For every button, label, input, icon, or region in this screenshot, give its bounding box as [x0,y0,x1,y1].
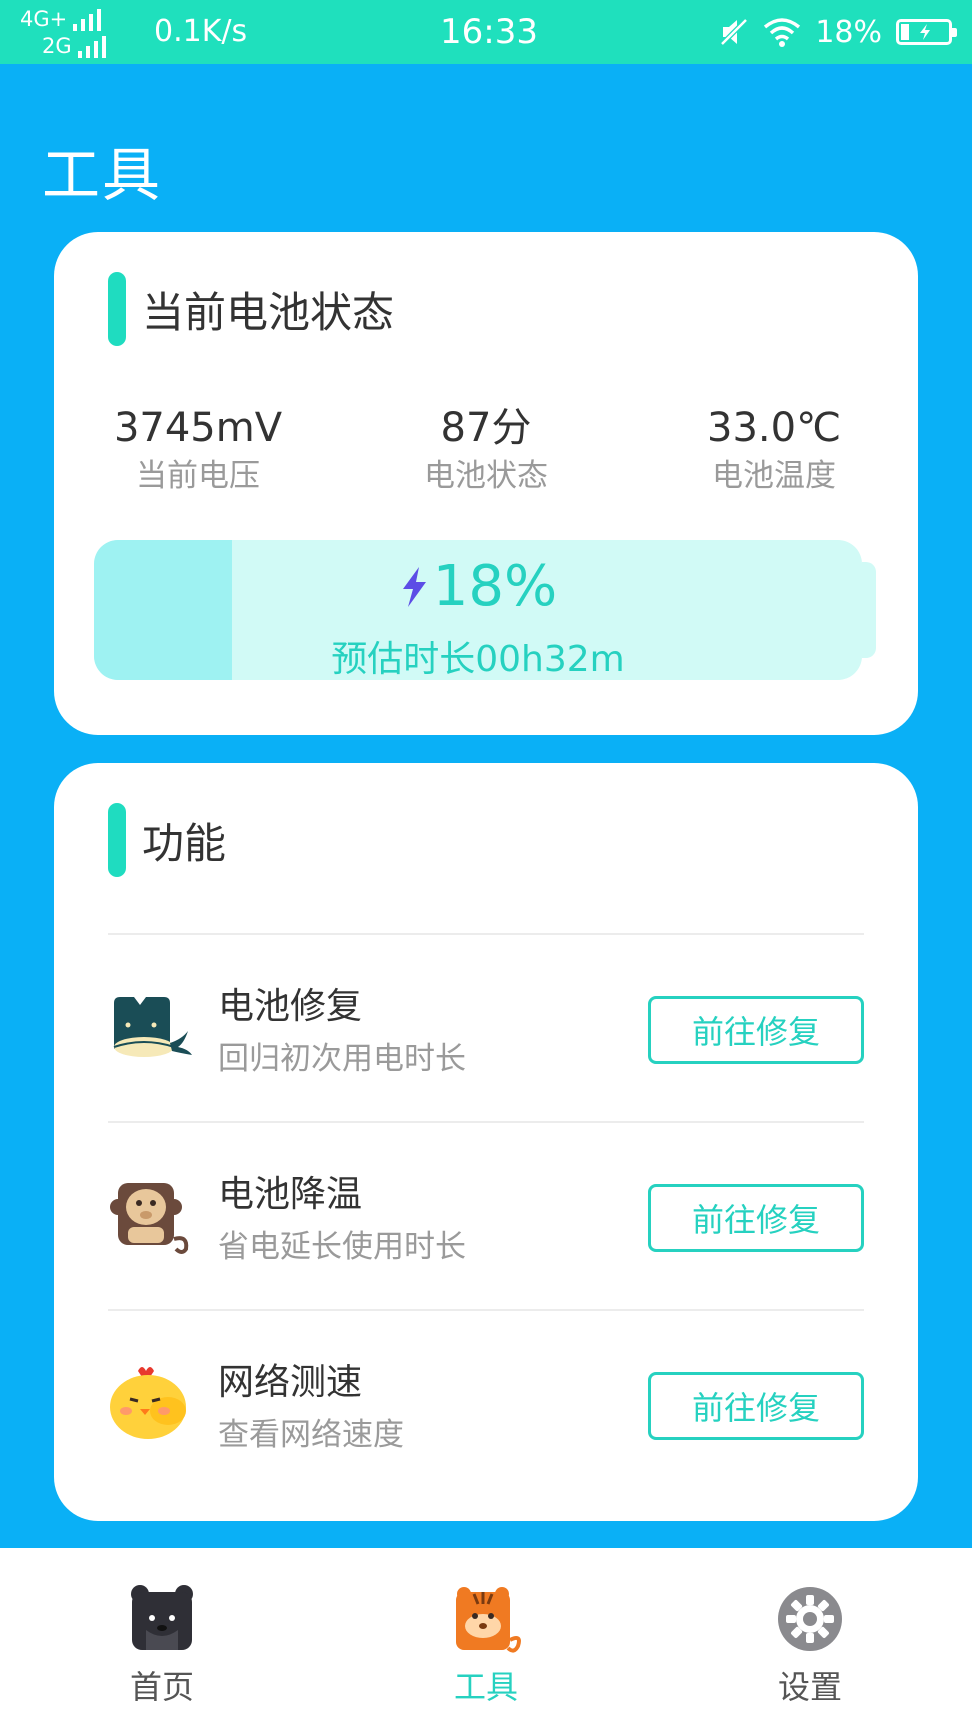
title-accent-bar [108,272,126,346]
gear-icon [778,1587,842,1651]
stat-value: 87分 [440,405,532,451]
function-item-network-speed: 网络测速 查看网络速度 前往修复 [54,1311,918,1497]
function-subtitle: 回归初次用电时长 [218,1041,466,1077]
monkey-icon [110,1183,189,1254]
chick-icon [110,1367,186,1439]
card-header: 当前电池状态 [108,272,394,346]
battery-terminal [862,562,876,658]
function-item-battery-cooling: 电池降温 省电延长使用时长 前往修复 [54,1123,918,1309]
battery-percent: 18% [815,14,882,50]
nav-label: 工具 [453,1668,518,1706]
tiger-icon [456,1587,521,1653]
card-title: 当前电池状态 [142,287,395,337]
network-speed: 0.1K/s [154,14,248,49]
nav-item-settings[interactable]: 设置 [730,1584,890,1708]
nav-item-home[interactable]: 首页 [82,1584,242,1708]
battery-status-card: 当前电池状态 3745mV 当前电压 87分 电池状态 33.0℃ 电池温度 1… [54,232,918,735]
go-repair-button[interactable]: 前往修复 [648,1184,864,1252]
card-header: 功能 [108,803,226,877]
stat-label: 电池状态 [424,458,548,494]
function-item-battery-repair: 电池修复 回归初次用电时长 前往修复 [54,935,918,1121]
stat-label: 电池温度 [712,458,836,494]
card-title: 功能 [142,818,227,868]
whale-icon [113,997,192,1057]
signal-icon [77,35,106,58]
stat-value: 33.0℃ [707,405,841,451]
nav-item-tools[interactable]: 工具 [406,1584,566,1708]
battery-percent-text: 18% [432,554,558,619]
function-title: 网络测速 [218,1362,363,1403]
network-type-secondary: 2G [42,34,72,58]
health-stat: 87分 电池状态 [356,402,616,498]
stat-label: 当前电压 [136,458,260,494]
function-title: 电池降温 [218,1174,363,1215]
signal-icon [73,8,102,31]
network-type-primary: 4G+ [20,7,68,31]
lightning-icon [402,566,426,607]
function-title: 电池修复 [218,986,363,1027]
temperature-stat: 33.0℃ 电池温度 [644,402,904,498]
clock: 16:33 [440,12,538,52]
battery-charging-icon [896,19,957,45]
network-indicator: 4G+ 2G [20,6,106,60]
wifi-icon [764,18,801,47]
voltage-stat: 3745mV 当前电压 [68,402,328,498]
go-repair-button[interactable]: 前往修复 [648,996,864,1064]
estimated-time: 预估时长00h32m [331,639,625,680]
battery-level-bar: 18% 预估时长00h32m [94,540,862,680]
mute-icon [719,17,750,47]
bottom-nav: 首页 工具 设置 [0,1548,972,1728]
function-subtitle: 省电延长使用时长 [218,1229,466,1265]
nav-label: 设置 [777,1668,842,1706]
functions-card: 功能 电池修复 回归初次用电时长 前往修复 电池降温 省电延长使用时长 前往修复… [54,763,918,1521]
go-repair-button[interactable]: 前往修复 [648,1372,864,1440]
nav-label: 首页 [129,1668,194,1706]
bear-icon [131,1585,193,1650]
page-title: 工具 [42,141,163,209]
stat-value: 3745mV [113,405,283,451]
status-bar: 4G+ 2G 0.1K/s 16:33 18% [0,0,972,64]
function-subtitle: 查看网络速度 [218,1417,404,1453]
title-accent-bar [108,803,126,877]
